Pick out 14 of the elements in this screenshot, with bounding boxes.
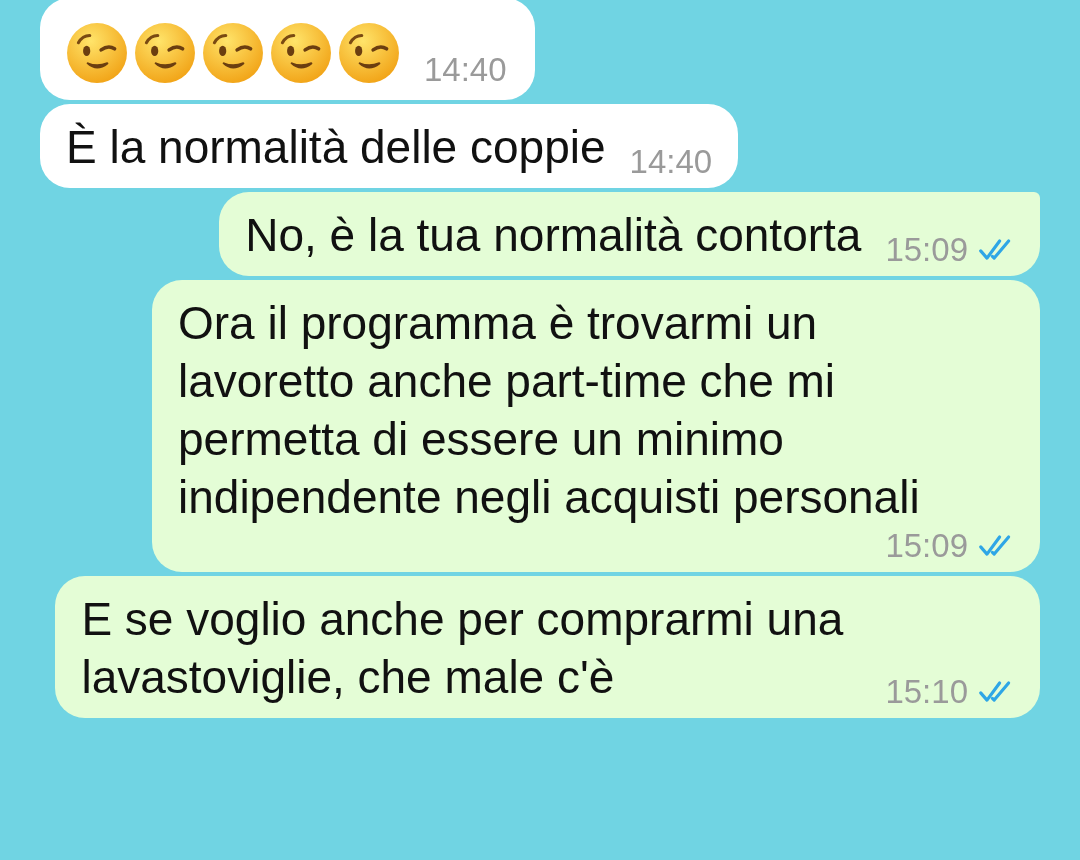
message-text: Ora il programma è trovarmi un lavoretto anche part-time che mi permetta di essere un minimo indipendente negli acquisti personali	[178, 296, 921, 525]
message-time: 15:10	[885, 672, 968, 712]
wink-face-icon	[134, 22, 196, 84]
wink-face-icon	[338, 22, 400, 84]
message-text: No, è la tua normalità contorta	[245, 208, 862, 263]
message-time: 15:09	[885, 526, 968, 566]
message-time: 15:09	[885, 230, 968, 270]
message-text: E se voglio anche per comprarmi una lavastoviglie, che male c'è	[81, 592, 845, 705]
wink-face-icon	[66, 22, 128, 84]
message-time: 14:40	[424, 50, 507, 90]
message-text: È la normalità delle coppie	[66, 120, 606, 175]
wink-face-icon	[270, 22, 332, 84]
message-time: 14:40	[629, 142, 713, 182]
wink-face-icon	[202, 22, 264, 84]
